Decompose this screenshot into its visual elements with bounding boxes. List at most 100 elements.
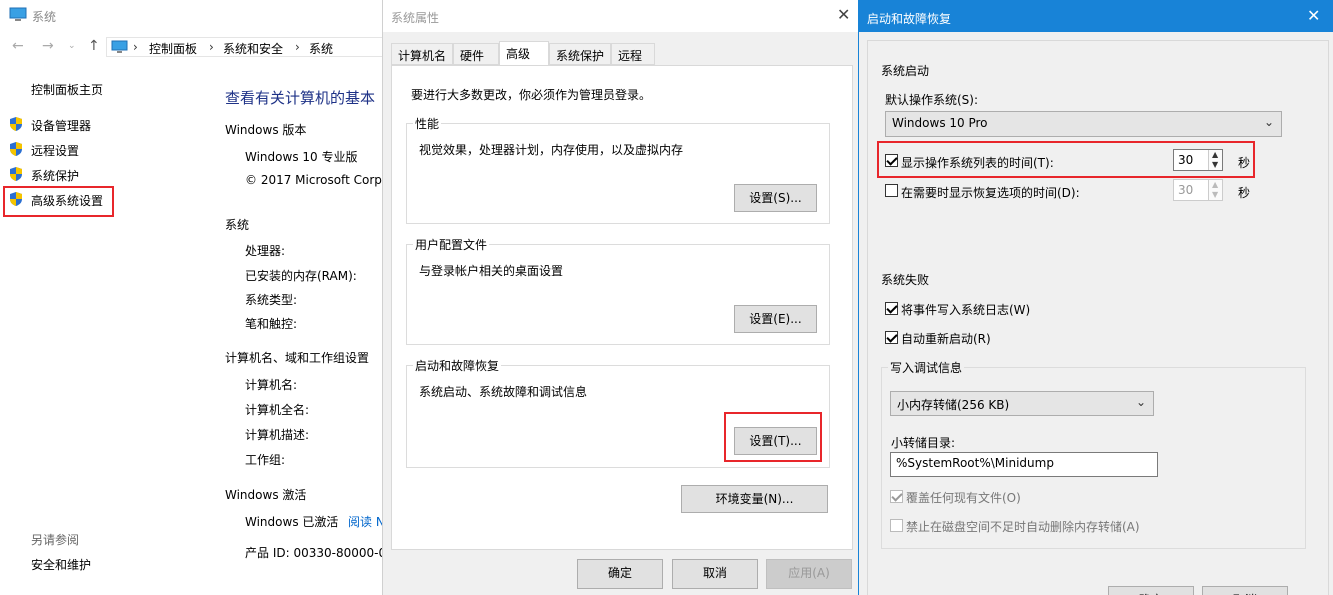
computer-icon: [9, 7, 27, 21]
forward-icon[interactable]: →: [42, 38, 54, 54]
user-profiles-settings-button[interactable]: 设置(E)...: [734, 305, 817, 333]
startup-dialog-title: 启动和故障恢复: [867, 12, 952, 26]
write-event-label: 将事件写入系统日志(W): [901, 303, 1031, 317]
activation-heading: Windows 激活: [225, 488, 307, 502]
sidebar-item-system-protection[interactable]: 系统保护: [31, 167, 79, 184]
back-icon[interactable]: ←: [12, 38, 24, 54]
cancel-button[interactable]: 取消: [672, 559, 758, 589]
system-properties-dialog: 系统属性 ✕ 计算机名 硬件 高级 系统保护 远程 要进行大多数更改，你必须作为…: [382, 0, 859, 595]
ram-label: 已安装的内存(RAM):: [245, 269, 357, 283]
cancel-button[interactable]: 取消: [1202, 586, 1288, 595]
system-window-title: 系统: [32, 10, 57, 24]
default-os-value: Windows 10 Pro: [892, 116, 988, 130]
sysprops-title: 系统属性: [391, 11, 440, 25]
user-profiles-title: 用户配置文件: [413, 236, 490, 253]
chevron-down-icon: ⌄: [1263, 115, 1274, 129]
tab-remote[interactable]: 远程: [611, 43, 655, 65]
computer-name-label: 计算机名:: [245, 378, 298, 392]
activation-status: Windows 已激活: [245, 515, 339, 529]
overwrite-checkbox[interactable]: [890, 490, 903, 503]
address-bar[interactable]: › 控制面板 › 系统和安全 › 系统: [106, 37, 382, 57]
highlight-box: [877, 141, 1255, 178]
breadcrumb-item[interactable]: 控制面板: [149, 40, 197, 57]
sidebar-item-device-manager[interactable]: 设备管理器: [31, 117, 91, 134]
dump-dir-input[interactable]: %SystemRoot%\Minidump: [890, 452, 1158, 477]
spin-up-icon[interactable]: ▲: [1212, 180, 1218, 189]
close-icon[interactable]: ✕: [1307, 6, 1320, 25]
shield-icon: [10, 117, 22, 131]
ok-button[interactable]: 确定: [577, 559, 663, 589]
system-type-label: 系统类型:: [245, 293, 298, 307]
show-recovery-spinner[interactable]: 30 ▲ ▼: [1173, 179, 1223, 201]
close-icon[interactable]: ✕: [837, 5, 850, 24]
read-terms-link[interactable]: 阅读 N: [348, 513, 385, 530]
tab-advanced[interactable]: 高级: [499, 41, 549, 66]
computer-name-heading: 计算机名、域和工作组设置: [225, 351, 370, 365]
processor-label: 处理器:: [245, 244, 286, 258]
performance-desc: 视觉效果，处理器计划，内存使用，以及虚拟内存: [419, 143, 684, 157]
breadcrumb-separator: ›: [209, 40, 214, 54]
performance-settings-button[interactable]: 设置(S)...: [734, 184, 817, 212]
user-profiles-desc: 与登录帐户相关的桌面设置: [419, 264, 564, 278]
disable-auto-delete-checkbox[interactable]: [890, 519, 903, 532]
default-os-select[interactable]: Windows 10 Pro ⌄: [885, 111, 1282, 137]
product-id: 产品 ID: 00330-80000-0: [245, 546, 387, 560]
computer-description-label: 计算机描述:: [245, 428, 310, 442]
startup-recovery-desc: 系统启动、系统故障和调试信息: [419, 385, 588, 399]
performance-group: 性能 视觉效果，处理器计划，内存使用，以及虚拟内存 设置(S)...: [406, 115, 830, 224]
seconds-unit: 秒: [1238, 186, 1251, 200]
sidebar-item-remote-settings[interactable]: 远程设置: [31, 142, 79, 159]
auto-restart-checkbox[interactable]: [885, 331, 898, 344]
up-icon[interactable]: ↑: [88, 38, 100, 54]
dump-type-value: 小内存转储(256 KB): [897, 398, 1010, 412]
sysprops-titlebar: 系统属性 ✕: [383, 0, 859, 32]
tab-computer-name[interactable]: 计算机名: [391, 43, 453, 65]
tab-system-protection[interactable]: 系统保护: [549, 43, 611, 65]
environment-variables-button[interactable]: 环境变量(N)...: [681, 485, 828, 513]
chevron-down-icon: ⌄: [1135, 395, 1146, 409]
copyright-text: © 2017 Microsoft Corp: [245, 173, 382, 187]
system-failure-heading: 系统失败: [881, 273, 930, 287]
startup-recovery-title: 启动和故障恢复: [413, 357, 502, 374]
dump-type-select[interactable]: 小内存转储(256 KB) ⌄: [890, 391, 1154, 416]
write-event-checkbox[interactable]: [885, 302, 898, 315]
control-panel-home-link[interactable]: 控制面板主页: [31, 81, 103, 98]
dump-dir-label: 小转储目录:: [891, 436, 956, 450]
admin-note: 要进行大多数更改，你必须作为管理员登录。: [411, 88, 652, 102]
workgroup-label: 工作组:: [245, 453, 286, 467]
default-os-label: 默认操作系统(S):: [885, 93, 979, 107]
system-heading: 系统: [225, 218, 250, 232]
highlight-box: [724, 412, 822, 462]
ok-button[interactable]: 确定: [1108, 586, 1194, 595]
breadcrumb-item[interactable]: 系统和安全: [223, 40, 283, 57]
pen-touch-label: 笔和触控:: [245, 317, 298, 331]
system-startup-heading: 系统启动: [881, 64, 930, 78]
overwrite-label: 覆盖任何现有文件(O): [906, 491, 1021, 505]
user-profiles-group: 用户配置文件 与登录帐户相关的桌面设置 设置(E)...: [406, 236, 830, 345]
shield-icon: [10, 167, 22, 181]
spin-down-icon[interactable]: ▼: [1212, 190, 1218, 199]
auto-restart-label: 自动重新启动(R): [901, 332, 991, 346]
see-also-heading: 另请参阅: [31, 533, 80, 547]
spinner-buttons[interactable]: ▲ ▼: [1208, 180, 1222, 200]
show-recovery-value: 30: [1178, 183, 1194, 197]
debug-info-heading: 写入调试信息: [888, 359, 965, 376]
system-window: 系统 ← → ⌄ ↑ › 控制面板 › 系统和安全 › 系统 控制面板主页 设备…: [0, 0, 386, 595]
shield-icon: [10, 142, 22, 156]
startup-recovery-dialog: 启动和故障恢复 ✕ 系统启动 默认操作系统(S): Windows 10 Pro…: [858, 0, 1333, 595]
show-recovery-checkbox[interactable]: [885, 184, 898, 197]
breadcrumb-separator: ›: [133, 40, 138, 54]
tab-hardware[interactable]: 硬件: [453, 43, 499, 65]
debug-info-group: 写入调试信息 小内存转储(256 KB) ⌄ 小转储目录: %SystemRoo…: [881, 359, 1306, 549]
show-recovery-label: 在需要时显示恢复选项的时间(D):: [901, 186, 1080, 200]
security-maintenance-link[interactable]: 安全和维护: [31, 556, 91, 573]
breadcrumb-separator: ›: [295, 40, 300, 54]
startup-dialog-panel: 系统启动 默认操作系统(S): Windows 10 Pro ⌄ 显示操作系统列…: [867, 40, 1329, 595]
apply-button[interactable]: 应用(A): [766, 559, 852, 589]
highlight-box: [3, 186, 114, 217]
system-titlebar: 系统: [0, 0, 382, 31]
performance-title: 性能: [413, 115, 442, 132]
startup-dialog-titlebar: 启动和故障恢复 ✕: [859, 0, 1333, 32]
breadcrumb-item[interactable]: 系统: [309, 40, 333, 57]
chevron-down-icon[interactable]: ⌄: [68, 41, 76, 51]
